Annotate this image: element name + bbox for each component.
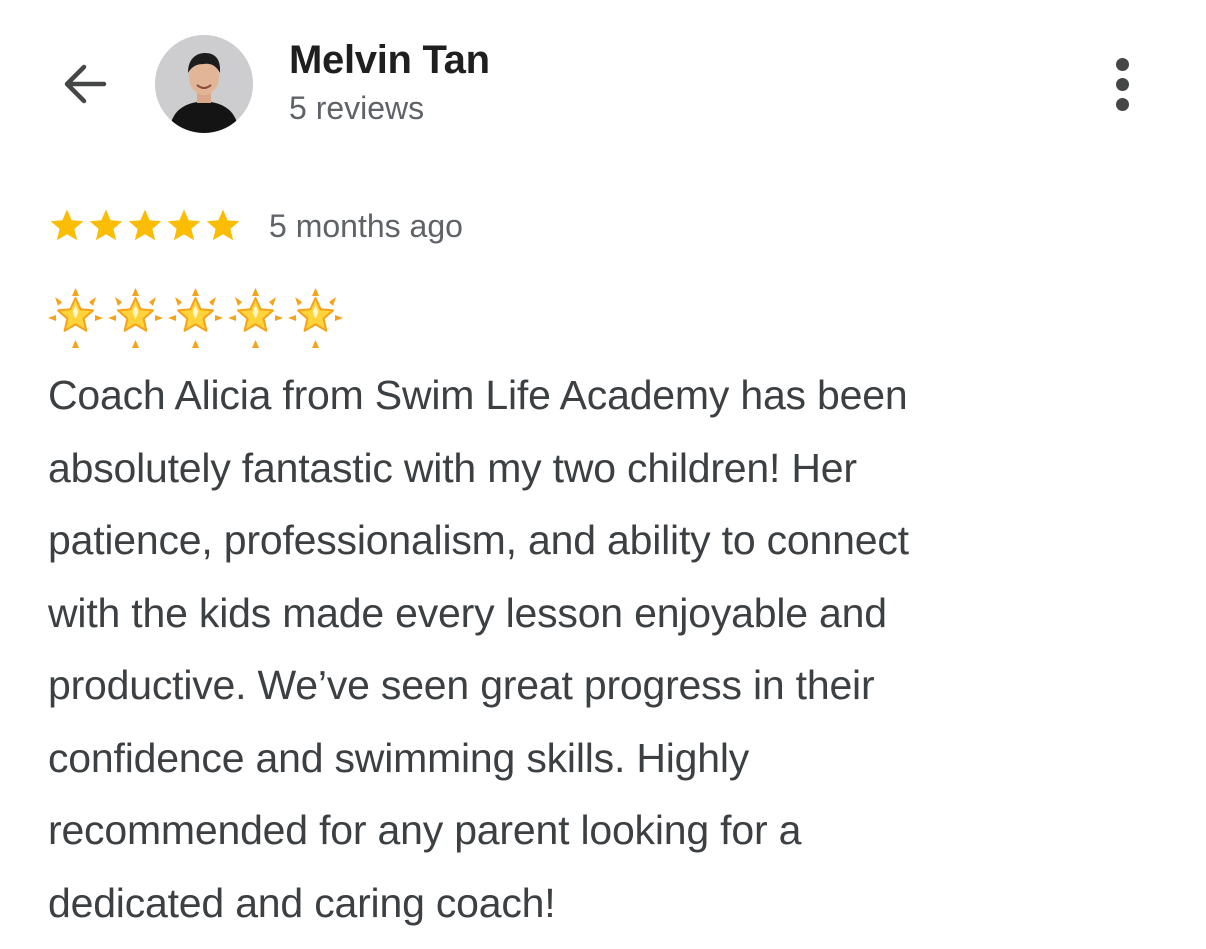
- glowing-star-emoji: [48, 288, 103, 348]
- more-vertical-icon: [1115, 77, 1129, 91]
- more-options-button[interactable]: [1098, 52, 1146, 116]
- glowing-star-emoji: [168, 288, 223, 348]
- review-text: Coach Alicia from Swim Life Academy has …: [48, 359, 1158, 939]
- rating-row: 5 months ago: [48, 204, 463, 248]
- avatar[interactable]: [155, 35, 253, 133]
- review-text-line: recommended for any parent looking for a: [48, 807, 802, 853]
- emoji-stars: [48, 288, 343, 348]
- arrow-left-icon: [64, 64, 107, 104]
- star-icon: [128, 209, 162, 241]
- star-icon: [206, 209, 240, 241]
- review-text-line: patience, professionalism, and ability t…: [48, 517, 909, 563]
- review-time: 5 months ago: [269, 207, 463, 244]
- back-button[interactable]: [48, 52, 120, 116]
- review-text-line: confidence and swimming skills. Highly: [48, 734, 750, 781]
- glowing-star-emoji: [288, 288, 343, 348]
- review-text-line: with the kids made every lesson enjoyabl…: [48, 589, 887, 636]
- more-vertical-icon: [1115, 57, 1129, 71]
- user-avatar-image: [155, 35, 253, 133]
- more-vertical-icon: [1115, 97, 1129, 111]
- glowing-star-emoji: [108, 288, 163, 348]
- glowing-star-emoji: [228, 288, 283, 348]
- star-icon: [89, 209, 123, 241]
- review-count[interactable]: 5 reviews: [289, 90, 424, 127]
- star-icon: [50, 209, 84, 241]
- review-text-line: productive. We’ve seen great progress in…: [48, 662, 875, 708]
- star-rating: [48, 207, 242, 245]
- reviewer-name[interactable]: Melvin Tan: [289, 38, 490, 83]
- review-text-line: Coach Alicia from Swim Life Academy has …: [48, 372, 908, 418]
- review-text-line: dedicated and caring coach!: [48, 879, 556, 926]
- review-text-line: absolutely fantastic with my two childre…: [48, 444, 857, 491]
- star-icon: [167, 209, 201, 241]
